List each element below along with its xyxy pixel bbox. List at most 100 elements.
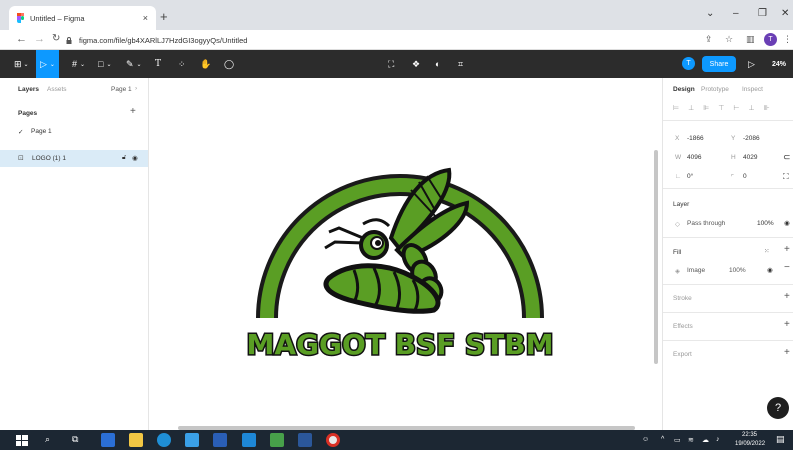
- help-button[interactable]: ?: [767, 397, 789, 419]
- hand-tool-icon[interactable]: ✋: [200, 56, 211, 72]
- mask-icon[interactable]: ◐: [435, 56, 440, 72]
- page-selector[interactable]: Page 1: [111, 86, 132, 93]
- back-icon[interactable]: ←: [16, 33, 27, 45]
- w-input[interactable]: 4096: [687, 154, 701, 161]
- edge-icon[interactable]: [157, 433, 171, 447]
- side-panel-icon[interactable]: ▥: [746, 34, 755, 45]
- align-icons[interactable]: ⊨⊥⊫⊤⊢⊥⊪: [673, 104, 779, 112]
- divider: [663, 188, 793, 189]
- share-page-icon[interactable]: ⇪: [705, 34, 713, 45]
- layer-opacity-input[interactable]: 100%: [757, 220, 774, 227]
- vscode-icon[interactable]: [242, 433, 256, 447]
- lock-layer-icon[interactable]: 🔓︎: [122, 154, 126, 162]
- tab-close-icon[interactable]: ×: [143, 13, 148, 23]
- chevron-down-icon[interactable]: ›: [135, 85, 137, 92]
- figma-user-avatar[interactable]: T: [682, 57, 695, 70]
- design-canvas[interactable]: MAGGOT BSF STBM: [149, 78, 662, 430]
- crop-icon[interactable]: ⌗: [458, 56, 463, 72]
- close-window-button[interactable]: ✕: [781, 8, 789, 19]
- constrain-proportions-icon[interactable]: ⊂: [783, 152, 791, 163]
- layer-row[interactable]: ⊡ LOGO (1) 1 🔓︎ ◉: [0, 150, 148, 167]
- windows-start-icon[interactable]: [15, 433, 29, 447]
- blend-mode-icon: ◇: [675, 221, 680, 228]
- text-tool-icon[interactable]: T: [155, 56, 161, 72]
- page-list-item[interactable]: Page 1: [31, 128, 52, 135]
- volume-icon[interactable]: ♪: [716, 436, 720, 443]
- layer-visibility-icon[interactable]: ◉: [784, 219, 790, 227]
- present-icon[interactable]: ▷: [748, 56, 755, 72]
- word-icon[interactable]: [298, 433, 312, 447]
- tab-inspect[interactable]: Inspect: [742, 86, 763, 93]
- zoom-level[interactable]: 24%: [772, 56, 786, 72]
- new-tab-button[interactable]: +: [160, 9, 168, 24]
- fill-type[interactable]: Image: [687, 267, 705, 274]
- browser-profile-avatar[interactable]: T: [764, 33, 777, 46]
- restore-button[interactable]: ❐: [758, 8, 767, 19]
- notifications-icon[interactable]: ▤: [776, 434, 785, 445]
- taskbar-time[interactable]: 22:35: [742, 432, 757, 438]
- vertical-scrollbar[interactable]: [654, 150, 658, 364]
- main-menu-icon[interactable]: ⊞ ⌄: [14, 56, 29, 72]
- layer-name: LOGO (1) 1: [32, 155, 66, 162]
- insect-head-shape: [324, 218, 391, 260]
- fill-opacity-input[interactable]: 100%: [729, 267, 746, 274]
- shape-tool-icon[interactable]: □ ⌄: [98, 56, 111, 72]
- taskbar-date[interactable]: 19/09/2022: [735, 441, 765, 447]
- browser-tab-strip: Untitled – Figma × + ⌄ – ❐ ✕: [0, 0, 793, 30]
- bookmark-star-icon[interactable]: ☆: [725, 34, 733, 45]
- share-button[interactable]: Share: [702, 56, 736, 72]
- add-stroke-icon[interactable]: +: [784, 291, 790, 302]
- component-frame-icon[interactable]: ⛶: [388, 56, 394, 72]
- app-icon[interactable]: [101, 433, 115, 447]
- pages-heading: Pages: [18, 110, 38, 117]
- x-input[interactable]: -1866: [687, 135, 704, 142]
- fill-heading: Fill: [673, 249, 682, 256]
- w-label: W: [675, 154, 682, 161]
- radius-input[interactable]: 0: [743, 173, 747, 180]
- tab-assets[interactable]: Assets: [47, 86, 67, 93]
- add-effect-icon[interactable]: +: [784, 319, 790, 330]
- chrome-icon[interactable]: [326, 433, 340, 447]
- component-icon[interactable]: ❖: [412, 56, 420, 72]
- fill-visibility-icon[interactable]: ◉: [767, 266, 773, 274]
- y-input[interactable]: -2086: [743, 135, 760, 142]
- add-page-icon[interactable]: +: [130, 106, 136, 117]
- blend-mode-select[interactable]: Pass through: [687, 220, 725, 227]
- frame-tool-icon[interactable]: # ⌄: [72, 56, 85, 72]
- h-input[interactable]: 4029: [743, 154, 757, 161]
- notes-icon[interactable]: [270, 433, 284, 447]
- url-field[interactable]: figma.com/file/gb4XARlLJ7HzdGI3ogyyQs/Un…: [60, 32, 692, 48]
- forward-icon[interactable]: →: [34, 33, 45, 45]
- tab-layers[interactable]: Layers: [18, 86, 39, 93]
- remove-fill-icon[interactable]: −: [784, 262, 790, 273]
- fill-styles-icon[interactable]: ⁙: [764, 247, 769, 255]
- comment-tool-icon[interactable]: ◯: [224, 56, 234, 72]
- tab-design[interactable]: Design: [673, 86, 695, 93]
- logo-text: MAGGOT BSF STBM: [246, 328, 553, 361]
- app-icon[interactable]: [185, 433, 199, 447]
- logo-image[interactable]: MAGGOT BSF STBM: [149, 78, 662, 430]
- rotation-input[interactable]: 0°: [687, 173, 693, 180]
- mail-icon[interactable]: [213, 433, 227, 447]
- minimize-button[interactable]: –: [733, 8, 739, 19]
- pen-tool-icon[interactable]: ✎ ⌄: [126, 56, 142, 72]
- browser-tab[interactable]: Untitled – Figma ×: [9, 6, 156, 30]
- properties-panel: Design Prototype Inspect ⊨⊥⊫⊤⊢⊥⊪ X -1866…: [662, 78, 793, 430]
- wifi-icon[interactable]: ≋: [688, 436, 694, 444]
- tab-prototype[interactable]: Prototype: [701, 86, 729, 93]
- people-icon[interactable]: ☺: [642, 436, 649, 443]
- visibility-icon[interactable]: ◉: [132, 154, 138, 162]
- move-tool-button[interactable]: ▷ ⌄: [36, 50, 59, 78]
- independent-corners-icon[interactable]: ⛶: [783, 172, 789, 182]
- export-heading: Export: [673, 351, 692, 358]
- resources-icon[interactable]: ⁘: [178, 56, 186, 72]
- add-fill-icon[interactable]: +: [784, 244, 790, 255]
- task-view-icon[interactable]: ⧉: [72, 434, 78, 445]
- browser-menu-icon[interactable]: ⋮: [783, 34, 792, 45]
- search-icon[interactable]: ⌕: [45, 434, 50, 445]
- tab-search-icon[interactable]: ⌄: [706, 8, 714, 19]
- tray-chevron-icon[interactable]: ^: [661, 436, 664, 443]
- divider: [663, 340, 793, 341]
- add-export-icon[interactable]: +: [784, 347, 790, 358]
- file-explorer-icon[interactable]: [129, 433, 143, 447]
